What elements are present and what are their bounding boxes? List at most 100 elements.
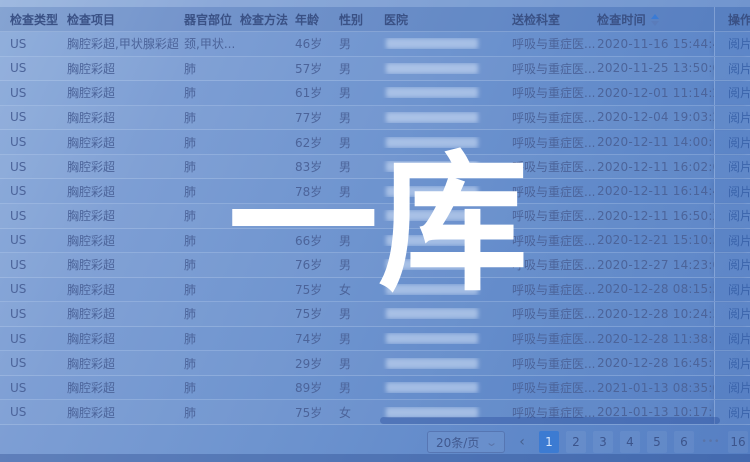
cell-item: 胸腔彩超 [65, 404, 182, 421]
cell-type: US [8, 307, 65, 321]
column-header-age: 年龄 [293, 11, 337, 28]
cell-age: 89岁 [293, 379, 337, 396]
page-button-1[interactable]: 1 [539, 431, 559, 453]
view-images-link[interactable]: 阅片 [728, 281, 750, 298]
cell-dept: 呼吸与重症医... [510, 134, 595, 151]
view-images-link[interactable]: 阅片 [728, 404, 750, 421]
cell-organ: 肺 [182, 281, 238, 298]
exam-records-screen: 检查类型检查项目器官部位检查方法年龄性别医院送检科室检查时间操作 US胸腔彩超,… [0, 0, 750, 462]
column-header-label: 检查时间 [597, 13, 646, 27]
view-images-link[interactable]: 阅片 [728, 330, 750, 347]
cell-dept: 呼吸与重症医... [510, 379, 595, 396]
page-button-5[interactable]: 5 [647, 431, 667, 453]
view-images-link[interactable]: 阅片 [728, 158, 750, 175]
page-button-2[interactable]: 2 [566, 431, 586, 453]
cell-age: 62岁 [293, 134, 337, 151]
table-row: US胸腔彩超肺75岁女呼吸与重症医...2020-12-28 08:15:51阅… [0, 278, 750, 303]
cell-gender: 男 [337, 60, 382, 77]
cell-action: 阅片 [714, 155, 750, 179]
column-header-label: 检查项目 [67, 13, 115, 27]
column-header-label: 年龄 [295, 13, 319, 27]
cell-item: 胸腔彩超 [65, 355, 182, 372]
cell-time: 2020-12-11 14:00:14 [595, 135, 714, 149]
view-images-link[interactable]: 阅片 [728, 183, 750, 200]
cell-action: 阅片 [714, 302, 750, 326]
cell-age: 66岁 [293, 232, 337, 249]
cell-time: 2020-12-11 16:50:25 [595, 209, 714, 223]
cell-organ: 肺 [182, 207, 238, 224]
cell-dept: 呼吸与重症医... [510, 232, 595, 249]
cell-time: 2020-12-28 10:24:30 [595, 307, 714, 321]
cell-type: US [8, 381, 65, 395]
table-row: US胸腔彩超肺57岁男呼吸与重症医...2020-11-25 13:50:01阅… [0, 57, 750, 82]
cell-age: 29岁 [293, 355, 337, 372]
cell-action: 阅片 [714, 229, 750, 253]
cell-organ: 肺 [182, 256, 238, 273]
view-images-link[interactable]: 阅片 [728, 379, 750, 396]
jump-pages-ellipsis[interactable]: ••• [701, 431, 721, 453]
redacted-hospital-value [386, 38, 478, 49]
view-images-link[interactable]: 阅片 [728, 134, 750, 151]
cell-time: 2020-11-25 13:50:01 [595, 61, 714, 75]
cell-dept: 呼吸与重症医... [510, 207, 595, 224]
table-row: US胸腔彩超肺83岁男呼吸与重症医...2020-12-11 16:02:05阅… [0, 155, 750, 180]
page-button-16[interactable]: 16 [728, 431, 748, 453]
view-images-link[interactable]: 阅片 [728, 84, 750, 101]
page-size-select[interactable]: 20条/页 ⌄ [427, 431, 505, 453]
cell-action: 阅片 [714, 32, 750, 56]
table-body: US胸腔彩超,甲状腺彩超颈,甲状...46岁男呼吸与重症医...2020-11-… [0, 32, 750, 425]
column-header-dept: 送检科室 [510, 11, 595, 28]
cell-type: US [8, 184, 65, 198]
cell-organ: 肺 [182, 60, 238, 77]
view-images-link[interactable]: 阅片 [728, 305, 750, 322]
cell-organ: 肺 [182, 183, 238, 200]
view-images-link[interactable]: 阅片 [728, 355, 750, 372]
redacted-hospital-value [386, 161, 478, 172]
cell-dept: 呼吸与重症医... [510, 60, 595, 77]
horizontal-scrollbar-thumb[interactable] [380, 417, 720, 424]
cell-dept: 呼吸与重症医... [510, 281, 595, 298]
prev-page-button[interactable]: ‹ [512, 431, 532, 453]
cell-item: 胸腔彩超 [65, 158, 182, 175]
page-buttons: 123456 ••• 16 [539, 431, 748, 453]
cell-gender: 女 [337, 281, 382, 298]
cell-gender: 男 [337, 183, 382, 200]
view-images-link[interactable]: 阅片 [728, 109, 750, 126]
cell-hospital [382, 333, 510, 344]
cell-dept: 呼吸与重症医... [510, 35, 595, 52]
table-row: US胸腔彩超肺76岁女呼吸与重症医...2020-12-11 16:50:25阅… [0, 204, 750, 229]
cell-hospital [382, 308, 510, 319]
cell-gender: 男 [337, 109, 382, 126]
view-images-link[interactable]: 阅片 [728, 60, 750, 77]
column-header-label: 医院 [384, 13, 408, 27]
page-button-6[interactable]: 6 [674, 431, 694, 453]
cell-type: US [8, 282, 65, 296]
redacted-hospital-value [386, 284, 478, 295]
cell-dept: 呼吸与重症医... [510, 183, 595, 200]
table-row: US胸腔彩超,甲状腺彩超颈,甲状...46岁男呼吸与重症医...2020-11-… [0, 32, 750, 57]
column-header-label: 器官部位 [184, 13, 232, 27]
cell-time: 2020-12-11 16:14:49 [595, 184, 714, 198]
cell-hospital [382, 38, 510, 49]
column-header-gender: 性别 [337, 11, 382, 28]
sort-ascend-icon[interactable] [651, 14, 659, 26]
column-header-time[interactable]: 检查时间 [595, 11, 714, 28]
cell-item: 胸腔彩超 [65, 60, 182, 77]
page-button-4[interactable]: 4 [620, 431, 640, 453]
view-images-link[interactable]: 阅片 [728, 207, 750, 224]
redacted-hospital-value [386, 358, 478, 369]
cell-hospital [382, 284, 510, 295]
cell-item: 胸腔彩超 [65, 281, 182, 298]
page-button-3[interactable]: 3 [593, 431, 613, 453]
column-header-action: 操作 [714, 7, 750, 31]
view-images-link[interactable]: 阅片 [728, 232, 750, 249]
column-header-label: 检查类型 [10, 13, 58, 27]
view-images-link[interactable]: 阅片 [728, 35, 750, 52]
column-header-item: 检查项目 [65, 11, 182, 28]
cell-time: 2020-12-28 11:38:11 [595, 332, 714, 346]
cell-gender: 男 [337, 158, 382, 175]
column-header-label: 操作 [728, 11, 750, 28]
page-size-label: 20条/页 [436, 434, 479, 451]
view-images-link[interactable]: 阅片 [728, 256, 750, 273]
cell-organ: 肺 [182, 158, 238, 175]
